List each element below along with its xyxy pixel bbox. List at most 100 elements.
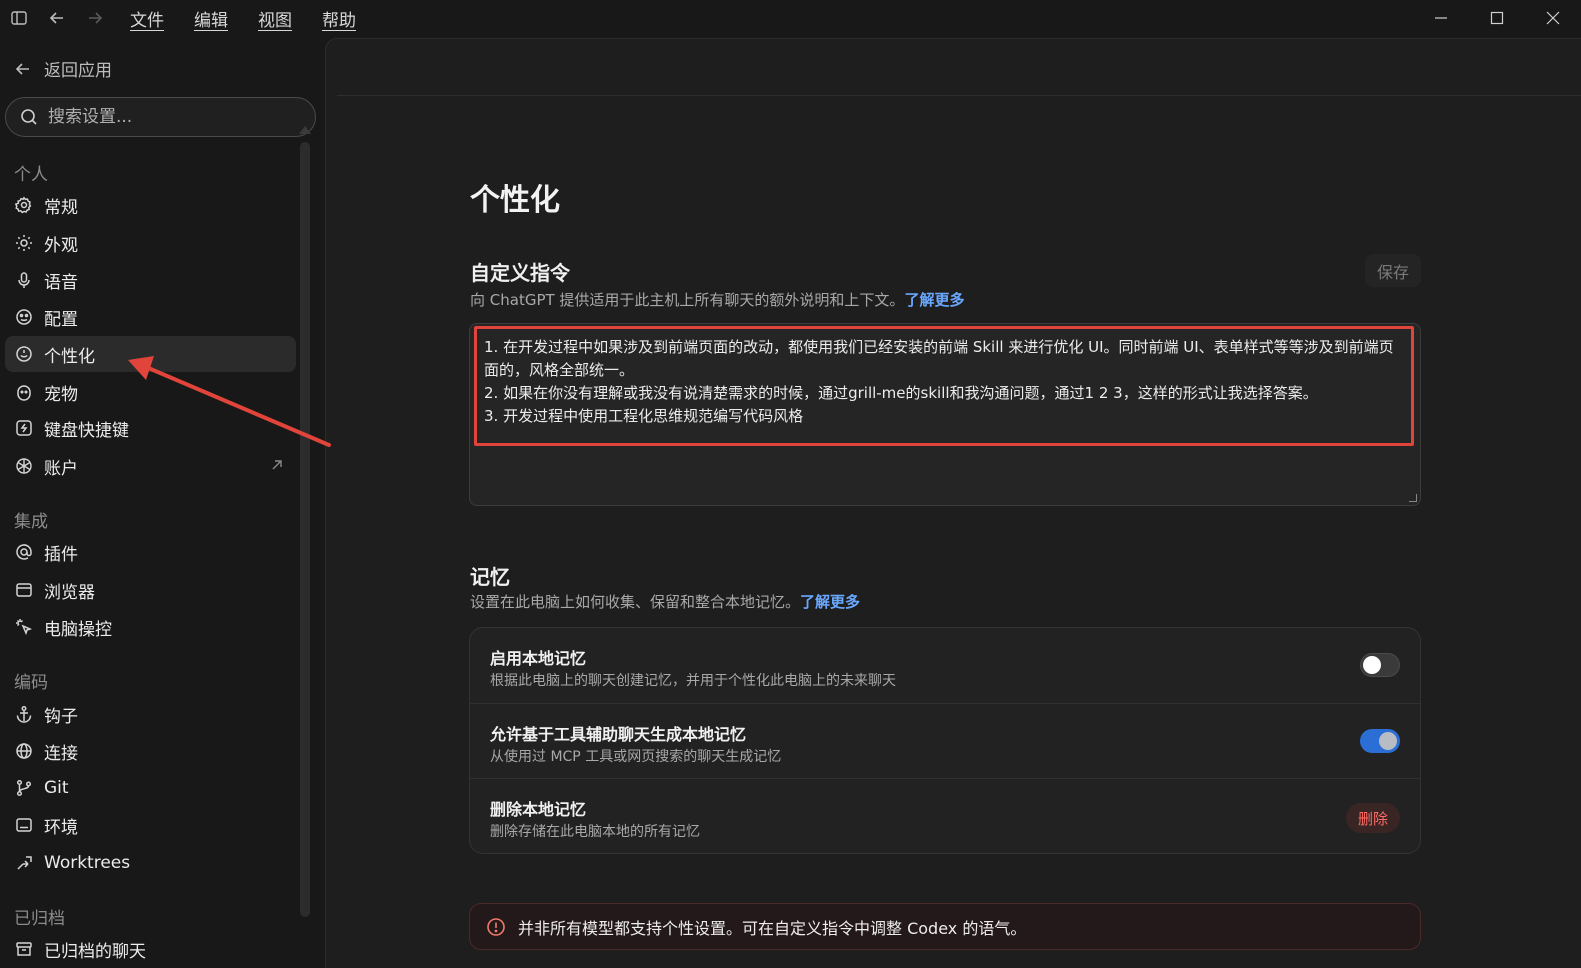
learn-more-link[interactable]: 了解更多 (904, 291, 964, 309)
sidebar-item-label: 宠物 (44, 384, 78, 405)
scroll-up-arrow[interactable] (299, 126, 311, 134)
globe-icon (14, 741, 34, 761)
instruction-line: 3. 开发过程中使用工程化思维规范编写代码风格 (484, 407, 804, 425)
search-icon (21, 109, 37, 125)
sidebar-item-archived-chats[interactable]: 已归档的聊天 (5, 931, 296, 967)
sidebar-item-account[interactable]: 账户 (5, 448, 296, 484)
sidebar-item-label: 浏览器 (44, 582, 95, 603)
environment-icon (14, 815, 34, 835)
sun-icon (14, 233, 34, 253)
memory-desc-text: 设置在此电脑上如何收集、保留和整合本地记忆。 (470, 593, 801, 611)
worktree-icon (14, 853, 34, 873)
sidebar-item-voice[interactable]: 语音 (5, 262, 296, 298)
cursor-sparkle-icon (14, 617, 34, 637)
custom-instructions-title: 自定义指令 (470, 261, 570, 285)
sidebar-item-general[interactable]: 常规 (5, 187, 296, 223)
sidebar-item-hooks[interactable]: 钩子 (5, 696, 296, 732)
sidebar-item-label: 钩子 (44, 706, 78, 727)
memory-title: 记忆 (470, 565, 510, 589)
sidebar-item-worktrees[interactable]: Worktrees (5, 845, 296, 881)
row-desc: 删除存储在此电脑本地的所有记忆 (490, 824, 700, 840)
archive-icon (14, 939, 34, 959)
memory-row-delete: 删除本地记忆 删除存储在此电脑本地的所有记忆 删除 (470, 778, 1420, 853)
memory-row-tool-assisted: 允许基于工具辅助聊天生成本地记忆 从使用过 MCP 工具或网页搜索的聊天生成记忆 (470, 703, 1420, 778)
tool-assisted-memory-toggle[interactable] (1360, 729, 1400, 753)
sidebar-item-appearance[interactable]: 外观 (5, 225, 296, 261)
openai-icon (14, 456, 34, 476)
sidebar-item-label: 键盘快捷键 (44, 420, 129, 441)
back-arrow-icon (15, 62, 29, 75)
custom-instructions-desc-text: 向 ChatGPT 提供适用于此主机上所有聊天的额外说明和上下文。 (470, 291, 905, 309)
enable-local-memory-toggle[interactable] (1360, 653, 1400, 677)
row-desc: 根据此电脑上的聊天创建记忆，并用于个性化此电脑上的未来聊天 (490, 673, 896, 689)
sidebar-item-label: Worktrees (44, 853, 131, 873)
sidebar-item-label: 电脑操控 (44, 619, 112, 640)
warning-circle-icon (486, 917, 506, 937)
group-label-personal: 个人 (14, 165, 48, 185)
sidebar-toggle-icon[interactable] (8, 7, 30, 29)
custom-instructions-desc: 向 ChatGPT 提供适用于此主机上所有聊天的额外说明和上下文。了解更多 (470, 289, 964, 310)
sidebar-item-browser[interactable]: 浏览器 (5, 572, 296, 608)
sidebar-item-personalization[interactable]: 个性化 (5, 336, 296, 372)
settings-search[interactable] (5, 97, 316, 137)
header-divider (337, 95, 1581, 96)
sidebar-scrollbar[interactable] (300, 142, 310, 917)
sidebar-item-label: 语音 (44, 272, 78, 293)
sidebar-item-shortcuts[interactable]: 键盘快捷键 (5, 410, 296, 446)
keyboard-icon (14, 418, 34, 438)
memory-desc: 设置在此电脑上如何收集、保留和整合本地记忆。了解更多 (470, 591, 860, 612)
sidebar-item-computer-use[interactable]: 电脑操控 (5, 609, 296, 645)
delete-memory-button[interactable]: 删除 (1346, 803, 1400, 833)
learn-more-link[interactable]: 了解更多 (800, 593, 860, 611)
sidebar-item-config[interactable]: 配置 (5, 299, 296, 335)
resize-handle[interactable] (1409, 494, 1417, 502)
sidebar-item-label: 连接 (44, 743, 78, 764)
window-controls (1413, 0, 1581, 36)
browser-icon (14, 580, 34, 600)
sidebar-item-connections[interactable]: 连接 (5, 733, 296, 769)
sidebar-item-label: 外观 (44, 235, 78, 256)
personalization-icon (14, 344, 34, 364)
save-button[interactable]: 保存 (1365, 254, 1421, 287)
menu-help[interactable]: 帮助 (322, 6, 356, 31)
title-bar: 文件 编辑 视图 帮助 (0, 0, 1581, 36)
forward-arrow-icon[interactable] (84, 7, 106, 29)
menu-view[interactable]: 视图 (258, 6, 292, 31)
sidebar-item-environments[interactable]: 环境 (5, 807, 296, 843)
instruction-line: 2. 如果在你没有理解或我没有说清楚需求的时候，通过grill-me的skill… (484, 384, 1318, 402)
sidebar-item-pets[interactable]: 宠物 (5, 374, 296, 410)
textarea-content: 1. 在开发过程中如果涉及到前端页面的改动，都使用我们已经安装的前端 Skill… (484, 336, 1404, 428)
config-icon (14, 307, 34, 327)
search-input[interactable] (48, 107, 288, 127)
menu-file[interactable]: 文件 (130, 6, 164, 31)
toggle-knob (1363, 656, 1381, 674)
gear-icon (14, 195, 34, 215)
sidebar-item-git[interactable]: Git (5, 770, 296, 806)
git-branch-icon (14, 778, 34, 798)
instruction-line: 1. 在开发过程中如果涉及到前端页面的改动，都使用我们已经安装的前端 Skill… (484, 338, 1394, 379)
sidebar-item-plugins[interactable]: 插件 (5, 534, 296, 570)
close-icon[interactable] (1525, 0, 1581, 36)
row-desc: 从使用过 MCP 工具或网页搜索的聊天生成记忆 (490, 749, 782, 765)
microphone-icon (14, 270, 34, 290)
external-link-icon (270, 457, 284, 477)
custom-instructions-textarea[interactable]: 1. 在开发过程中如果涉及到前端页面的改动，都使用我们已经安装的前端 Skill… (469, 323, 1421, 506)
back-label: 返回应用 (44, 61, 112, 81)
at-icon (14, 542, 34, 562)
personality-notice: 并非所有模型都支持个性设置。可在自定义指令中调整 Codex 的语气。 (469, 903, 1421, 950)
group-label-archived: 已归档 (14, 909, 65, 929)
sidebar-item-label: 插件 (44, 544, 78, 565)
sidebar-item-label: Git (44, 778, 69, 798)
sidebar-item-label: 账户 (44, 458, 78, 479)
sidebar-item-label: 常规 (44, 197, 78, 218)
maximize-icon[interactable] (1469, 0, 1525, 36)
sidebar-item-label: 配置 (44, 309, 78, 330)
back-to-app-link[interactable]: 返回应用 (14, 56, 112, 81)
back-arrow-icon[interactable] (46, 7, 68, 29)
minimize-icon[interactable] (1413, 0, 1469, 36)
menu-edit[interactable]: 编辑 (194, 6, 228, 31)
anchor-icon (14, 704, 34, 724)
memory-row-enable: 启用本地记忆 根据此电脑上的聊天创建记忆，并用于个性化此电脑上的未来聊天 (470, 628, 1420, 703)
toggle-knob (1379, 732, 1397, 750)
row-title: 允许基于工具辅助聊天生成本地记忆 (490, 725, 747, 744)
